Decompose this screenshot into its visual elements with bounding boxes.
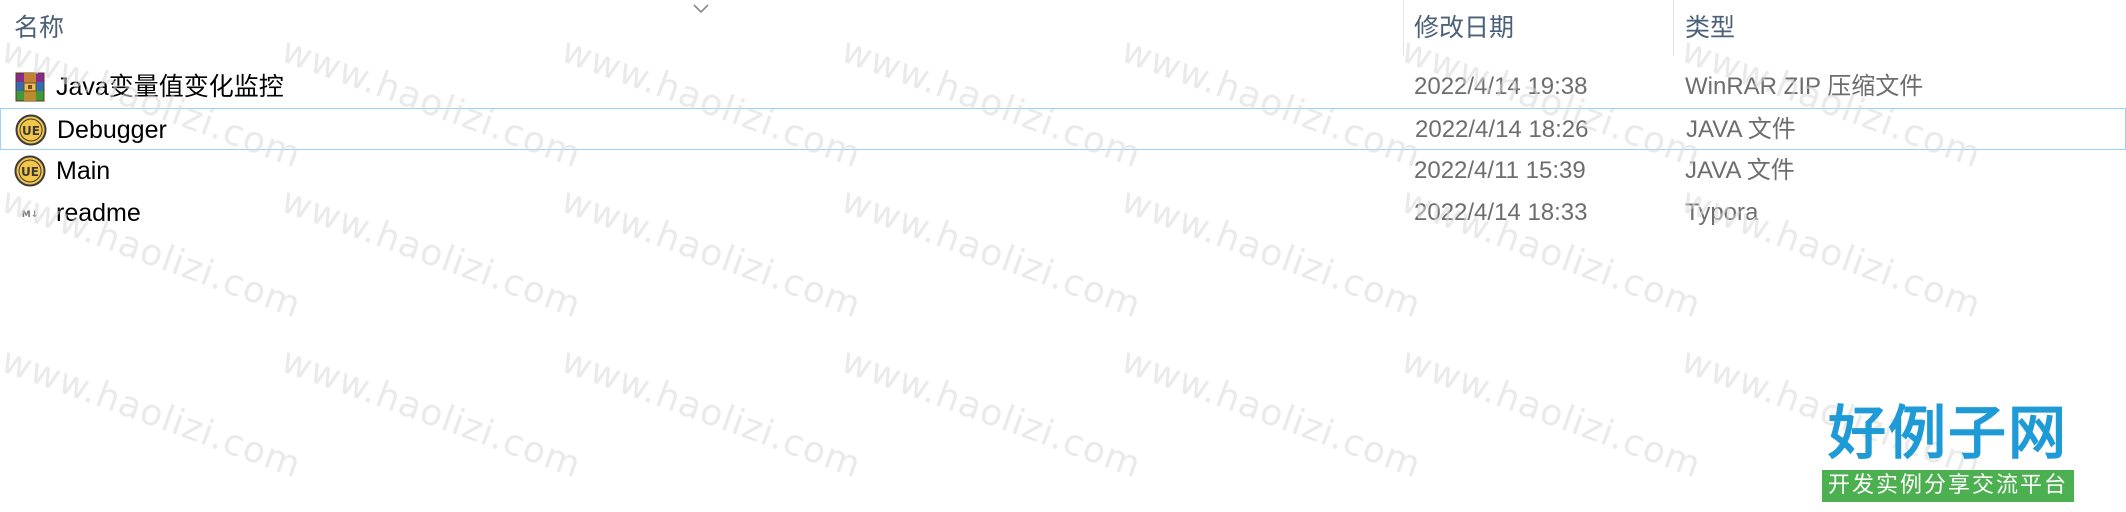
- column-header-bar: 名称 修改日期 类型: [0, 0, 2126, 56]
- file-explorer-details-view: 名称 修改日期 类型 Java变量值变化监控 2022/4/14 19:38 W…: [0, 0, 2126, 512]
- file-date-modified: 2022/4/14 18:26: [1415, 116, 1589, 143]
- file-name: readme: [56, 199, 141, 227]
- column-header-date-modified[interactable]: 修改日期: [1414, 0, 1664, 56]
- file-list: Java变量值变化监控 2022/4/14 19:38 WinRAR ZIP 压…: [0, 66, 2126, 234]
- file-name: Main: [56, 157, 111, 185]
- watermark-text: www.haolizi.com: [275, 340, 587, 487]
- site-logo: 好例子网 开发实例分享交流平台: [1822, 400, 2074, 504]
- file-name: Debugger: [57, 116, 167, 144]
- watermark-text: www.haolizi.com: [1395, 340, 1707, 487]
- markdown-icon: M↓: [22, 210, 39, 220]
- file-type: WinRAR ZIP 压缩文件: [1685, 73, 1924, 100]
- watermark-text: www.haolizi.com: [555, 340, 867, 487]
- watermark-text: www.haolizi.com: [1115, 340, 1427, 487]
- file-type: Typora: [1685, 199, 1759, 226]
- ultraedit-icon: UE: [14, 155, 46, 187]
- file-date-modified: 2022/4/11 15:39: [1414, 157, 1586, 184]
- column-header-type[interactable]: 类型: [1685, 0, 2105, 56]
- watermark-text: www.haolizi.com: [0, 340, 307, 487]
- file-name: Java变量值变化监控: [56, 73, 284, 101]
- file-row-focused[interactable]: UE Debugger 2022/4/14 18:26 JAVA 文件: [0, 108, 2126, 150]
- file-type: JAVA 文件: [1686, 116, 1796, 143]
- watermark-text: www.haolizi.com: [835, 340, 1147, 487]
- file-row[interactable]: M↓ readme 2022/4/14 18:33 Typora: [0, 192, 2126, 234]
- file-date-modified: 2022/4/14 18:33: [1414, 199, 1588, 226]
- svg-text:M↓: M↓: [22, 210, 39, 220]
- chevron-down-icon: [693, 4, 709, 14]
- column-divider[interactable]: [1673, 0, 1674, 56]
- ultraedit-icon: UE: [15, 114, 47, 146]
- logo-title: 好例子网: [1827, 399, 2068, 467]
- file-row[interactable]: Java变量值变化监控 2022/4/14 19:38 WinRAR ZIP 压…: [0, 66, 2126, 108]
- column-divider[interactable]: [1403, 0, 1404, 56]
- svg-text:UE: UE: [21, 165, 39, 179]
- logo-subtitle: 开发实例分享交流平台: [1822, 470, 2074, 502]
- svg-text:UE: UE: [22, 124, 40, 138]
- winrar-zip-icon: [15, 72, 45, 102]
- file-type: JAVA 文件: [1685, 157, 1795, 184]
- file-date-modified: 2022/4/14 19:38: [1414, 73, 1588, 100]
- file-row[interactable]: UE Main 2022/4/11 15:39 JAVA 文件: [0, 150, 2126, 192]
